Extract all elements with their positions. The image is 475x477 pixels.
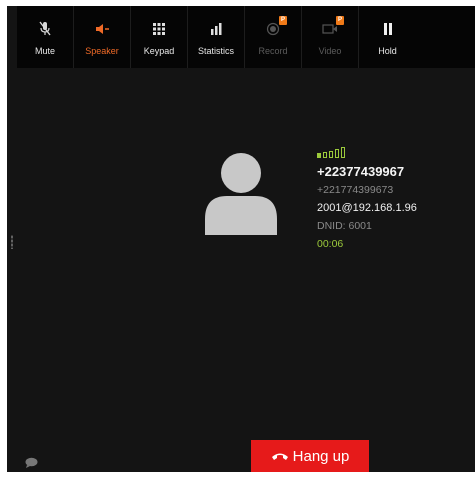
caller-alt-number: +221774399673 (317, 184, 394, 196)
signal-strength-icon (317, 144, 417, 158)
speaker-button[interactable]: Speaker (74, 6, 131, 68)
mute-button[interactable]: Mute (17, 6, 74, 68)
call-window: Mute Speaker Keypad Statistics P Record … (7, 6, 475, 472)
video-label: Video (318, 46, 342, 56)
video-button[interactable]: P Video (302, 6, 359, 68)
account-address: 2001@192.168.1.96 (317, 202, 417, 214)
phone-hangup-icon (271, 453, 288, 460)
premium-badge: P (279, 16, 287, 25)
pause-icon (379, 20, 397, 38)
caller-number: +22377439967 (317, 164, 405, 179)
statistics-button[interactable]: Statistics (188, 6, 245, 68)
speaker-label: Speaker (85, 46, 119, 56)
record-button[interactable]: P Record (245, 6, 302, 68)
bar-chart-icon (207, 20, 225, 38)
speaker-icon (93, 20, 111, 38)
hang-up-label: Hang up (292, 447, 350, 465)
resize-handle[interactable] (11, 235, 13, 249)
dnid-text: DNID: 6001 (317, 220, 372, 232)
call-timer: 00:06 (317, 238, 344, 250)
mute-label: Mute (34, 46, 55, 56)
keypad-button[interactable]: Keypad (131, 6, 188, 68)
mic-muted-icon (36, 20, 54, 38)
keypad-label: Keypad (143, 46, 175, 56)
call-toolbar: Mute Speaker Keypad Statistics P Record … (17, 6, 475, 68)
record-label: Record (258, 46, 288, 56)
hold-label: Hold (378, 46, 397, 56)
premium-badge: P (336, 16, 344, 25)
statistics-label: Statistics (197, 46, 234, 56)
call-info: +22377439967 +221774399673 2001@192.168.… (317, 144, 417, 253)
avatar (203, 149, 279, 235)
hold-button[interactable]: Hold (359, 6, 416, 68)
hang-up-button[interactable]: Hang up (251, 440, 369, 472)
chat-icon[interactable] (25, 455, 38, 468)
keypad-icon (150, 20, 168, 38)
